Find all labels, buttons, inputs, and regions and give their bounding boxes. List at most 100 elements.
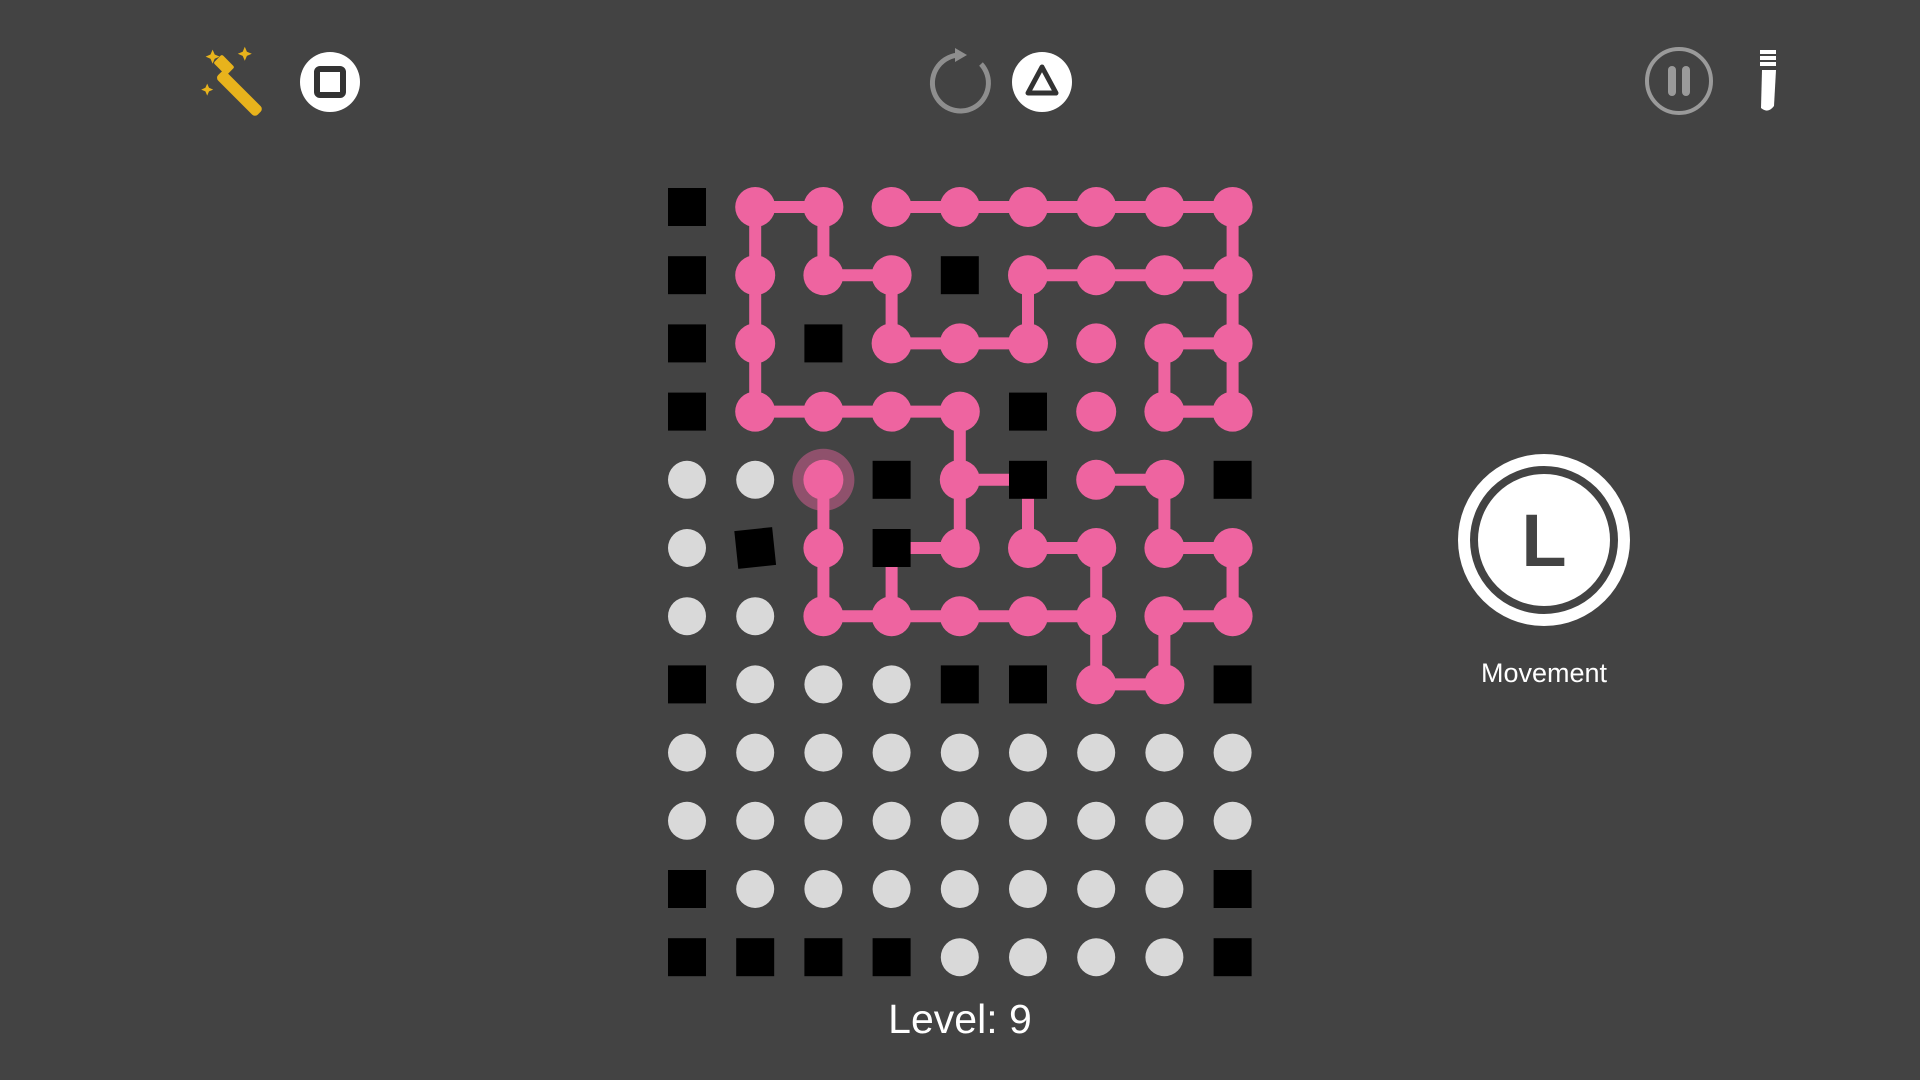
block-cell — [1009, 392, 1047, 431]
filled-dot[interactable] — [1144, 391, 1185, 432]
empty-dot[interactable] — [736, 870, 775, 908]
filled-dot[interactable] — [939, 323, 980, 364]
filled-dot[interactable] — [1144, 459, 1185, 500]
empty-dot[interactable] — [1077, 870, 1116, 908]
puzzle-board[interactable] — [0, 0, 1920, 1080]
filled-dot[interactable] — [939, 391, 980, 432]
empty-dot[interactable] — [1009, 733, 1047, 772]
empty-dot[interactable] — [736, 460, 775, 499]
filled-dot[interactable] — [1144, 187, 1185, 227]
filled-dot[interactable] — [1008, 255, 1048, 296]
empty-dot[interactable] — [1009, 801, 1047, 840]
filled-dot[interactable] — [1144, 528, 1185, 568]
block-cell — [1009, 665, 1047, 704]
filled-dot[interactable] — [735, 187, 776, 227]
filled-dot[interactable] — [1076, 528, 1117, 568]
filled-dot[interactable] — [939, 596, 980, 637]
empty-dot[interactable] — [1009, 938, 1047, 977]
filled-dot[interactable] — [735, 391, 776, 432]
filled-dot[interactable] — [1144, 664, 1185, 705]
empty-dot[interactable] — [872, 665, 911, 704]
empty-dot[interactable] — [940, 733, 979, 772]
filled-dot[interactable] — [803, 596, 844, 637]
empty-dot[interactable] — [736, 665, 775, 704]
filled-dot[interactable] — [1212, 255, 1253, 296]
filled-dot[interactable] — [1076, 391, 1117, 432]
filled-dot[interactable] — [1076, 187, 1117, 227]
filled-dot[interactable] — [1212, 187, 1253, 227]
filled-dot[interactable] — [803, 187, 844, 227]
empty-dot[interactable] — [1145, 870, 1184, 908]
empty-dot[interactable] — [668, 801, 706, 840]
empty-dot[interactable] — [940, 870, 979, 908]
empty-dot[interactable] — [1077, 801, 1116, 840]
filled-dot[interactable] — [1144, 255, 1185, 296]
filled-dot[interactable] — [871, 391, 912, 432]
filled-dot[interactable] — [871, 323, 912, 364]
block-cell — [872, 460, 911, 499]
empty-dot[interactable] — [736, 801, 775, 840]
filled-dot[interactable] — [871, 596, 912, 637]
empty-dot[interactable] — [872, 801, 911, 840]
empty-dot[interactable] — [1009, 870, 1047, 908]
filled-dot[interactable] — [1008, 596, 1048, 637]
empty-dot[interactable] — [1077, 733, 1116, 772]
filled-dot[interactable] — [1008, 323, 1048, 364]
filled-dot[interactable] — [939, 187, 980, 227]
empty-dot[interactable] — [1213, 733, 1252, 772]
filled-dot[interactable] — [1076, 664, 1117, 705]
filled-dot[interactable] — [1076, 459, 1117, 500]
cursor-halo — [792, 448, 855, 511]
filled-dot[interactable] — [1212, 391, 1253, 432]
empty-dot[interactable] — [668, 597, 706, 636]
filled-dot[interactable] — [803, 528, 844, 568]
filled-dot[interactable] — [1008, 528, 1048, 568]
filled-dot[interactable] — [735, 255, 776, 296]
filled-dot[interactable] — [871, 255, 912, 296]
level-indicator: Level: 9 — [760, 996, 1160, 1043]
filled-dot[interactable] — [1212, 323, 1253, 364]
empty-dot[interactable] — [668, 733, 706, 772]
filled-dot[interactable] — [939, 528, 980, 568]
filled-dot[interactable] — [1212, 528, 1253, 568]
filled-dot[interactable] — [1212, 596, 1253, 637]
movement-l-button[interactable]: L — [1457, 453, 1631, 627]
empty-dot[interactable] — [804, 801, 843, 840]
block-cell — [872, 938, 911, 977]
movement-label: Movement — [1480, 658, 1608, 688]
filled-dot[interactable] — [1008, 187, 1048, 227]
block-cell — [668, 324, 706, 363]
empty-dot[interactable] — [1213, 801, 1252, 840]
empty-dot[interactable] — [1145, 801, 1184, 840]
filled-dot[interactable] — [1144, 596, 1185, 637]
block-cell — [668, 392, 706, 431]
block-cell — [940, 665, 979, 704]
empty-dot[interactable] — [804, 665, 843, 704]
empty-dot[interactable] — [940, 801, 979, 840]
empty-dot[interactable] — [1077, 938, 1116, 977]
block-cell — [668, 938, 706, 977]
filled-dot[interactable] — [803, 255, 844, 296]
filled-dot[interactable] — [871, 187, 912, 227]
level-label: Level: — [888, 996, 998, 1042]
empty-dot[interactable] — [736, 597, 775, 636]
empty-dot[interactable] — [1145, 733, 1184, 772]
empty-dot[interactable] — [940, 938, 979, 977]
empty-dot[interactable] — [804, 733, 843, 772]
filled-dot[interactable] — [803, 391, 844, 432]
filled-dot[interactable] — [1076, 596, 1117, 637]
empty-dot[interactable] — [1145, 938, 1184, 977]
filled-dot[interactable] — [1076, 255, 1117, 296]
empty-dot[interactable] — [872, 733, 911, 772]
block-cell — [1009, 460, 1047, 499]
filled-dot[interactable] — [939, 459, 980, 500]
empty-dot[interactable] — [668, 529, 706, 567]
block-cell — [1213, 665, 1252, 704]
empty-dot[interactable] — [804, 870, 843, 908]
filled-dot[interactable] — [1144, 323, 1185, 364]
empty-dot[interactable] — [872, 870, 911, 908]
filled-dot[interactable] — [1076, 323, 1117, 364]
filled-dot[interactable] — [735, 323, 776, 364]
empty-dot[interactable] — [668, 460, 706, 499]
empty-dot[interactable] — [736, 733, 775, 772]
